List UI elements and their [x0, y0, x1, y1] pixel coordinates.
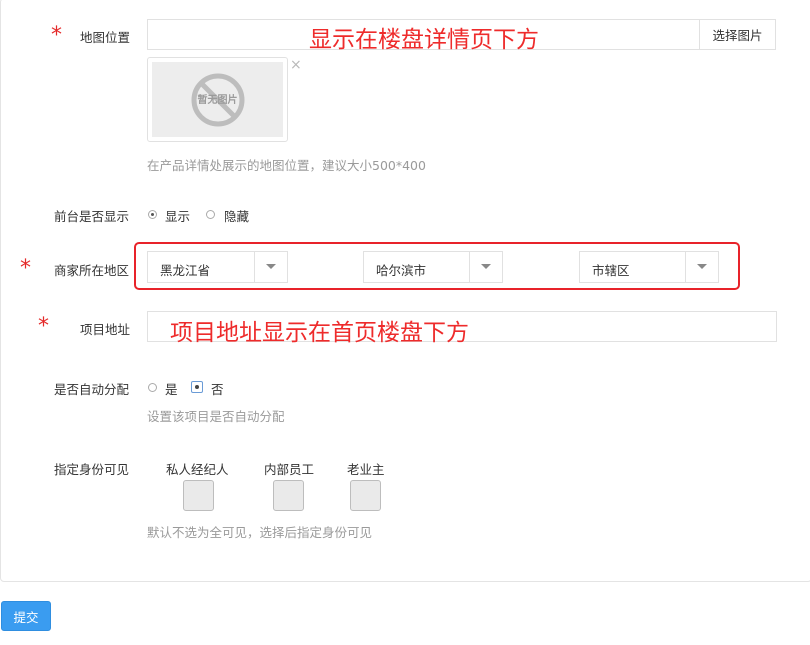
no-image-text: 暂无图片 — [197, 95, 238, 106]
radio-no-label: 否 — [211, 382, 224, 397]
role-checkbox-old-owner[interactable] — [350, 480, 381, 511]
role-checkbox-private-agent[interactable] — [183, 480, 214, 511]
city-select[interactable]: 哈尔滨市 — [363, 251, 503, 283]
radio-no[interactable] — [191, 381, 203, 393]
province-value: 黑龙江省 — [160, 263, 211, 278]
required-mark: * — [51, 23, 62, 48]
submit-button[interactable]: 提交 — [1, 601, 51, 631]
district-value: 市辖区 — [592, 263, 630, 278]
role-label-old-owner: 老业主 — [347, 462, 385, 477]
radio-show[interactable] — [148, 210, 157, 219]
map-hint: 在产品详情处展示的地图位置，建议大小500*400 — [147, 158, 426, 173]
role-checkbox-internal-staff[interactable] — [273, 480, 304, 511]
form-panel — [0, 0, 810, 582]
city-value: 哈尔滨市 — [376, 263, 427, 278]
radio-show-label: 显示 — [165, 209, 191, 224]
address-input[interactable] — [147, 311, 777, 342]
required-mark: * — [20, 256, 31, 281]
map-image-thumbnail: 暂无图片 — [147, 57, 288, 142]
choose-image-button[interactable]: 选择图片 — [699, 19, 776, 50]
role-label-private-agent: 私人经纪人 — [166, 462, 229, 477]
required-mark: * — [38, 314, 49, 339]
auto-assign-label: 是否自动分配 — [54, 382, 130, 397]
radio-yes[interactable] — [148, 383, 157, 392]
remove-image-icon[interactable]: × — [290, 58, 302, 72]
address-label: 项目地址 — [80, 322, 131, 337]
visibility-hint: 默认不选为全可见，选择后指定身份可见 — [147, 525, 373, 540]
region-label: 商家所在地区 — [54, 263, 130, 278]
no-image-placeholder: 暂无图片 — [152, 62, 283, 137]
radio-hide[interactable] — [206, 210, 215, 219]
visibility-label: 指定身份可见 — [54, 462, 130, 477]
frontend-display-label: 前台是否显示 — [54, 209, 130, 224]
radio-hide-label: 隐藏 — [224, 209, 250, 224]
auto-assign-hint: 设置该项目是否自动分配 — [147, 409, 285, 424]
province-select[interactable]: 黑龙江省 — [147, 251, 288, 283]
chevron-down-icon — [254, 252, 287, 282]
map-image-input[interactable] — [147, 19, 700, 50]
chevron-down-icon — [685, 252, 718, 282]
map-position-label: 地图位置 — [80, 30, 131, 45]
district-select[interactable]: 市辖区 — [579, 251, 719, 283]
role-label-internal-staff: 内部员工 — [264, 462, 315, 477]
radio-yes-label: 是 — [165, 382, 178, 397]
chevron-down-icon — [469, 252, 502, 282]
